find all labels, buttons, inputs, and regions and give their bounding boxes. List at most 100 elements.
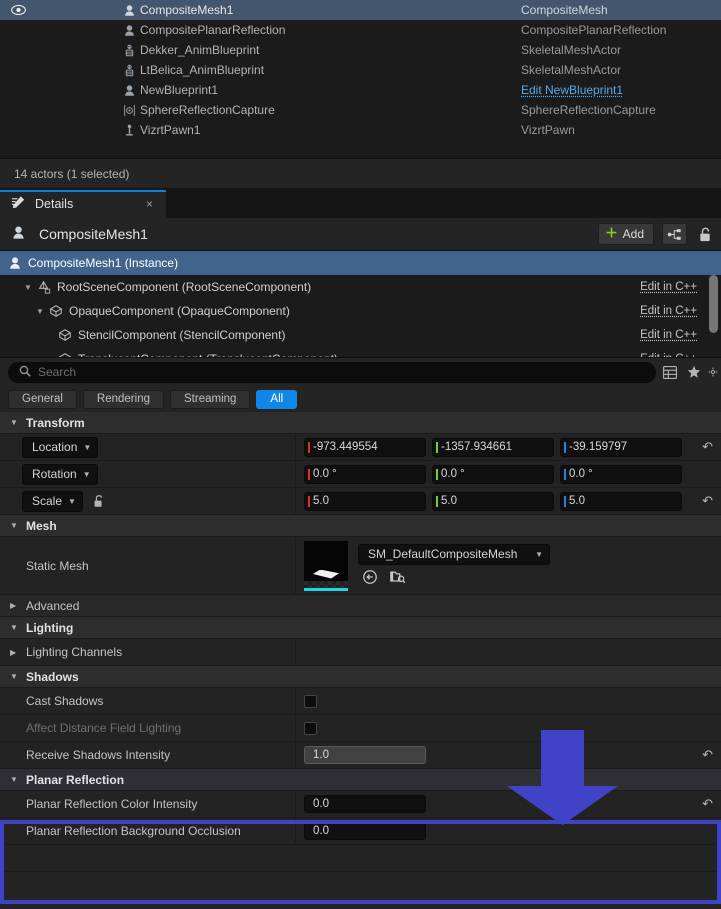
- edit-in-cpp-link[interactable]: Edit in C++: [640, 305, 697, 317]
- chevron-down-icon[interactable]: ▼: [36, 307, 47, 316]
- component-tree-row[interactable]: CompositeMesh1 (Instance): [0, 251, 721, 275]
- component-label: CompositeMesh1 (Instance): [28, 256, 178, 270]
- scale-x-input[interactable]: 5.0: [304, 492, 426, 511]
- property-row-cast-shadows: Cast Shadows: [0, 688, 721, 715]
- outliner-actor-name: CompositeMesh1: [140, 3, 521, 17]
- chevron-right-icon: ▶: [10, 601, 19, 610]
- add-component-button[interactable]: Add: [598, 223, 654, 245]
- location-x-input[interactable]: -973.449554: [304, 438, 426, 457]
- close-icon[interactable]: ×: [143, 197, 156, 211]
- scale-z-input[interactable]: 5.0: [560, 492, 682, 511]
- category-advanced[interactable]: ▶ Advanced: [0, 595, 721, 617]
- scale-label: Scale: [32, 494, 62, 508]
- edit-in-cpp-link[interactable]: Edit in C++: [640, 281, 697, 293]
- category-shadows[interactable]: ▼ Shadows: [0, 666, 721, 688]
- static-mesh-thumbnail[interactable]: [304, 541, 348, 591]
- rotation-z-input[interactable]: 0.0 °: [560, 465, 682, 484]
- reset-receive-shadows-intensity-icon[interactable]: ↶: [702, 747, 713, 763]
- filter-tab-streaming[interactable]: Streaming: [170, 390, 250, 409]
- add-button-label: Add: [623, 227, 644, 241]
- outliner-row[interactable]: SphereReflectionCapture SphereReflection…: [0, 100, 721, 120]
- world-outliner: CompositeMesh1 CompositeMesh CompositePl…: [0, 0, 721, 158]
- favorites-star-icon[interactable]: [684, 365, 704, 379]
- chevron-down-icon[interactable]: ▼: [24, 283, 35, 292]
- component-icon: [8, 256, 22, 270]
- plus-icon: [605, 226, 618, 242]
- details-tab-strip: Details ×: [0, 188, 721, 218]
- rotation-x-input[interactable]: 0.0 °: [304, 465, 426, 484]
- property-row-rotation: Rotation ▼ 0.0 ° 0.0 ° 0.0 °: [0, 461, 721, 488]
- outliner-actor-name: SphereReflectionCapture: [140, 103, 521, 117]
- actor-count-label: 14 actors (1 selected): [14, 167, 129, 181]
- pawn-icon: [118, 124, 140, 137]
- actor-icon: [11, 225, 26, 243]
- details-header: CompositeMesh1 Add: [0, 218, 721, 250]
- settings-gear-icon[interactable]: [708, 365, 718, 379]
- category-advanced-label: Advanced: [26, 599, 79, 613]
- property-filter-tabs: General Rendering Streaming All: [0, 386, 721, 412]
- use-selected-asset-icon[interactable]: [362, 569, 378, 588]
- category-planar-reflection[interactable]: ▼ Planar Reflection: [0, 769, 721, 791]
- outliner-actor-type: CompositePlanarReflection: [521, 23, 721, 37]
- search-input[interactable]: Search: [8, 362, 656, 383]
- rotation-y-input[interactable]: 0.0 °: [432, 465, 554, 484]
- outliner-row[interactable]: CompositePlanarReflection CompositePlana…: [0, 20, 721, 40]
- chevron-right-icon[interactable]: ▶: [10, 648, 19, 657]
- cast-shadows-label: Cast Shadows: [0, 694, 295, 708]
- outliner-actor-name: NewBlueprint1: [140, 83, 521, 97]
- category-lighting[interactable]: ▼ Lighting: [0, 617, 721, 639]
- browse-to-asset-icon[interactable]: [389, 569, 406, 588]
- reset-planar-reflection-color-intensity-icon[interactable]: ↶: [702, 796, 713, 812]
- property-row-receive-shadows-intensity: Receive Shadows Intensity 1.0 ↶: [0, 742, 721, 769]
- category-mesh[interactable]: ▼ Mesh: [0, 515, 721, 537]
- filter-tab-general[interactable]: General: [8, 390, 77, 409]
- visibility-eye-icon[interactable]: [0, 5, 36, 15]
- scale-y-input[interactable]: 5.0: [432, 492, 554, 511]
- scale-mode-dropdown[interactable]: Scale ▼: [22, 491, 83, 512]
- affect-distance-field-lighting-checkbox[interactable]: [304, 722, 317, 735]
- outliner-actor-type: SkeletalMeshActor: [521, 63, 721, 77]
- static-mesh-asset-dropdown[interactable]: SM_DefaultCompositeMesh ▼: [358, 544, 550, 565]
- component-tree-row[interactable]: ▼ OpaqueComponent (OpaqueComponent) Edit…: [0, 299, 721, 323]
- planar-reflection-background-occlusion-input[interactable]: 0.0: [304, 822, 426, 840]
- edit-in-cpp-link[interactable]: Edit in C++: [640, 329, 697, 341]
- component-tree-row[interactable]: StencilComponent (StencilComponent) Edit…: [0, 323, 721, 347]
- property-row-location: Location ▼ -973.449554 -1357.934661 -39.…: [0, 434, 721, 461]
- planar-reflection-color-intensity-input[interactable]: 0.0: [304, 795, 426, 813]
- property-row-static-mesh: Static Mesh SM_DefaultCompositeMesh ▼: [0, 537, 721, 595]
- reset-location-icon[interactable]: ↶: [702, 439, 713, 455]
- location-y-input[interactable]: -1357.934661: [432, 438, 554, 457]
- outliner-row[interactable]: NewBlueprint1 Edit NewBlueprint1: [0, 80, 721, 100]
- chevron-down-icon: ▼: [10, 418, 19, 427]
- outliner-row[interactable]: CompositeMesh1 CompositeMesh: [0, 0, 721, 20]
- search-icon: [19, 365, 31, 380]
- receive-shadows-intensity-input[interactable]: 1.0: [304, 746, 426, 764]
- reset-scale-icon[interactable]: ↶: [702, 493, 713, 509]
- component-tree-row[interactable]: TranslucentComponent (TranslucentCompone…: [0, 347, 721, 358]
- blueprint-hierarchy-icon[interactable]: [662, 223, 687, 245]
- edit-in-cpp-link[interactable]: Edit in C++: [640, 353, 697, 358]
- outliner-edit-blueprint-link[interactable]: Edit NewBlueprint1: [521, 83, 721, 97]
- details-pencil-icon: [11, 195, 26, 213]
- cast-shadows-checkbox[interactable]: [304, 695, 317, 708]
- component-tree-row[interactable]: ▼ RootSceneComponent (RootSceneComponent…: [0, 275, 721, 299]
- location-z-input[interactable]: -39.159797: [560, 438, 682, 457]
- grid-view-icon[interactable]: [660, 366, 680, 379]
- static-mesh-value: SM_DefaultCompositeMesh: [368, 547, 517, 561]
- scale-lock-icon[interactable]: [92, 494, 105, 508]
- lock-icon[interactable]: [695, 227, 715, 242]
- outliner-row[interactable]: VizrtPawn1 VizrtPawn: [0, 120, 721, 140]
- location-mode-dropdown[interactable]: Location ▼: [22, 437, 98, 458]
- component-tree-scrollbar[interactable]: [709, 275, 718, 333]
- filter-tab-rendering[interactable]: Rendering: [83, 390, 164, 409]
- outliner-row[interactable]: LtBelica_AnimBlueprint SkeletalMeshActor: [0, 60, 721, 80]
- filter-tab-all[interactable]: All: [256, 390, 297, 409]
- property-row-lighting-channels: ▶ Lighting Channels: [0, 639, 721, 666]
- outliner-row[interactable]: Dekker_AnimBlueprint SkeletalMeshActor: [0, 40, 721, 60]
- scene-component-icon: [37, 280, 51, 294]
- category-transform[interactable]: ▼ Transform: [0, 412, 721, 434]
- chevron-down-icon: ▼: [83, 443, 91, 452]
- rotation-mode-dropdown[interactable]: Rotation ▼: [22, 464, 98, 485]
- receive-shadows-intensity-label: Receive Shadows Intensity: [0, 748, 295, 762]
- tab-details[interactable]: Details ×: [0, 190, 166, 218]
